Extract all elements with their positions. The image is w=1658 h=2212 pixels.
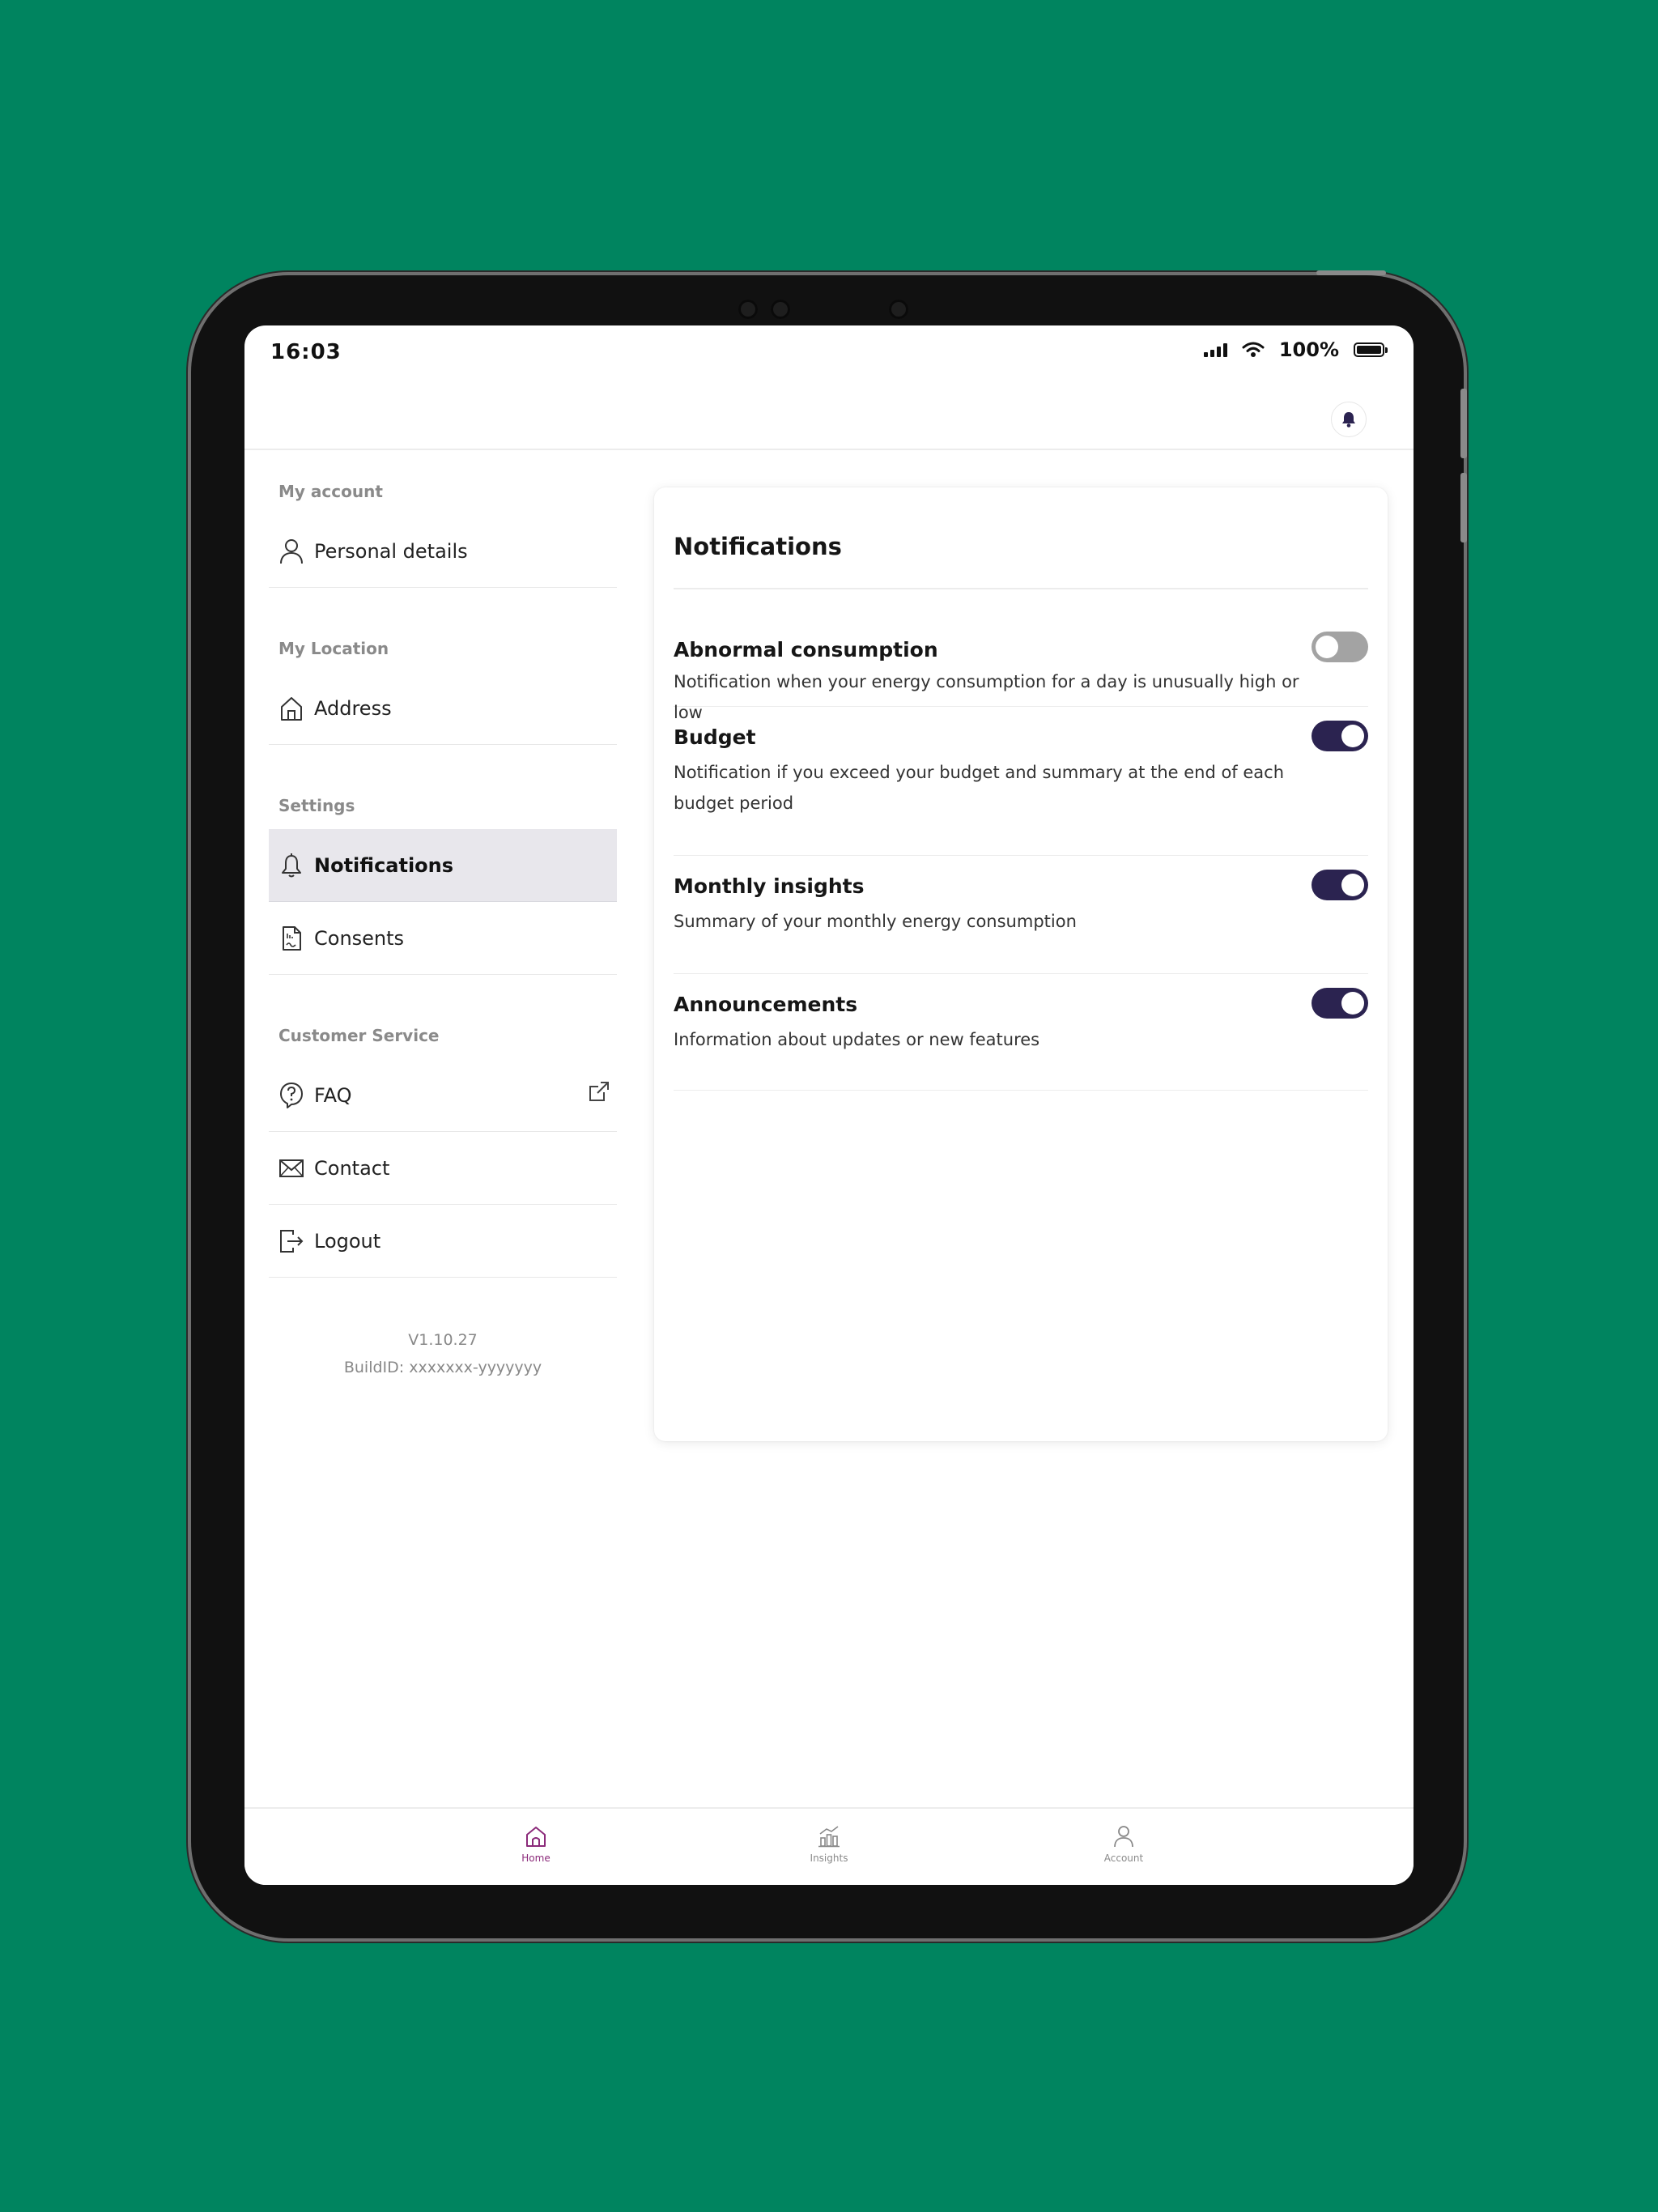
notification-setting-announcements: Announcements Information about updates …: [674, 973, 1368, 1091]
volume-down-button: [1460, 473, 1467, 542]
menu-item-contact[interactable]: Contact: [269, 1132, 617, 1205]
cellular-signal-icon: [1203, 342, 1227, 357]
nav-tab-home[interactable]: Home: [487, 1825, 585, 1864]
question-bubble-icon: [277, 1081, 306, 1110]
notification-setting-budget: Budget Notification if you exceed your b…: [674, 706, 1368, 856]
menu-item-label: FAQ: [314, 1083, 352, 1107]
notifications-card: Notifications Abnormal consumption Notif…: [654, 487, 1388, 1441]
setting-description: Summary of your monthly energy consumpti…: [674, 912, 1077, 931]
section-label-customer-service: Customer Service: [278, 1026, 440, 1045]
menu-item-faq[interactable]: FAQ: [269, 1059, 617, 1132]
toggle-monthly-insights[interactable]: [1312, 870, 1368, 900]
document-icon: [277, 924, 306, 953]
toggle-abnormal-consumption[interactable]: [1312, 632, 1368, 662]
status-indicators: 100%: [1203, 338, 1388, 361]
nav-label: Insights: [810, 1853, 848, 1864]
menu-item-label: Consents: [314, 926, 405, 950]
front-camera-icon: [771, 300, 790, 319]
person-icon: [1114, 1826, 1133, 1848]
setting-description: Notification if you exceed your budget a…: [674, 763, 1285, 813]
app-screen: 16:03 100% My account Personal details M…: [244, 325, 1414, 1885]
app-header: [244, 398, 1414, 450]
menu-item-label: Address: [314, 696, 392, 720]
nav-tab-account[interactable]: Account: [1075, 1825, 1172, 1864]
section-label-my-account: My account: [278, 482, 383, 501]
external-link-icon: [588, 1080, 610, 1106]
section-label-settings: Settings: [278, 796, 355, 815]
home-icon: [277, 694, 306, 723]
tablet-frame: 16:03 100% My account Personal details M…: [191, 270, 1467, 1938]
bell-outline-icon: [277, 851, 306, 880]
toggle-budget[interactable]: [1312, 721, 1368, 751]
menu-item-personal-details[interactable]: Personal details: [269, 515, 617, 588]
setting-title: Announcements: [674, 993, 858, 1016]
power-button: [1316, 270, 1386, 275]
notification-setting-abnormal-consumption: Abnormal consumption Notification when y…: [674, 589, 1368, 722]
setting-title: Abnormal consumption: [674, 638, 938, 661]
menu-item-label: Logout: [314, 1229, 381, 1253]
menu-item-label: Notifications: [314, 853, 454, 877]
bar-chart-icon: [818, 1826, 840, 1848]
menu-item-notifications[interactable]: Notifications: [269, 829, 617, 902]
front-camera-icon: [889, 300, 908, 319]
battery-icon: [1354, 342, 1388, 357]
account-sidebar: My account Personal details My Location …: [269, 479, 617, 1381]
setting-title: Budget: [674, 725, 756, 749]
section-label-my-location: My Location: [278, 639, 389, 658]
notifications-bell-button[interactable]: [1331, 402, 1367, 437]
notification-setting-monthly-insights: Monthly insights Summary of your monthly…: [674, 855, 1368, 974]
logout-icon: [277, 1227, 306, 1256]
home-icon: [526, 1827, 546, 1847]
status-time: 16:03: [270, 340, 342, 364]
app-version-info: V1.10.27 BuildID: xxxxxxx-yyyyyyy: [269, 1326, 617, 1381]
nav-label: Account: [1103, 1853, 1144, 1864]
setting-title: Monthly insights: [674, 874, 865, 898]
setting-description: Information about updates or new feature…: [674, 1030, 1040, 1049]
build-id: BuildID: xxxxxxx-yyyyyyy: [343, 1359, 542, 1376]
menu-item-address[interactable]: Address: [269, 672, 617, 745]
envelope-icon: [277, 1154, 306, 1183]
menu-item-consents[interactable]: Consents: [269, 902, 617, 975]
menu-item-label: Contact: [314, 1156, 390, 1180]
toggle-announcements[interactable]: [1312, 988, 1368, 1019]
bell-icon: [1342, 412, 1355, 428]
bottom-navigation: Home Insights Account: [244, 1807, 1414, 1885]
person-icon: [277, 537, 306, 566]
nav-tab-insights[interactable]: Insights: [780, 1825, 878, 1864]
nav-label: Home: [521, 1853, 551, 1864]
menu-item-label: Personal details: [314, 539, 468, 563]
front-camera-icon: [738, 300, 758, 319]
wifi-icon: [1242, 342, 1265, 357]
card-title: Notifications: [674, 533, 842, 560]
menu-item-logout[interactable]: Logout: [269, 1205, 617, 1278]
battery-percentage: 100%: [1278, 338, 1339, 361]
version-number: V1.10.27: [408, 1331, 478, 1349]
volume-up-button: [1460, 389, 1467, 458]
